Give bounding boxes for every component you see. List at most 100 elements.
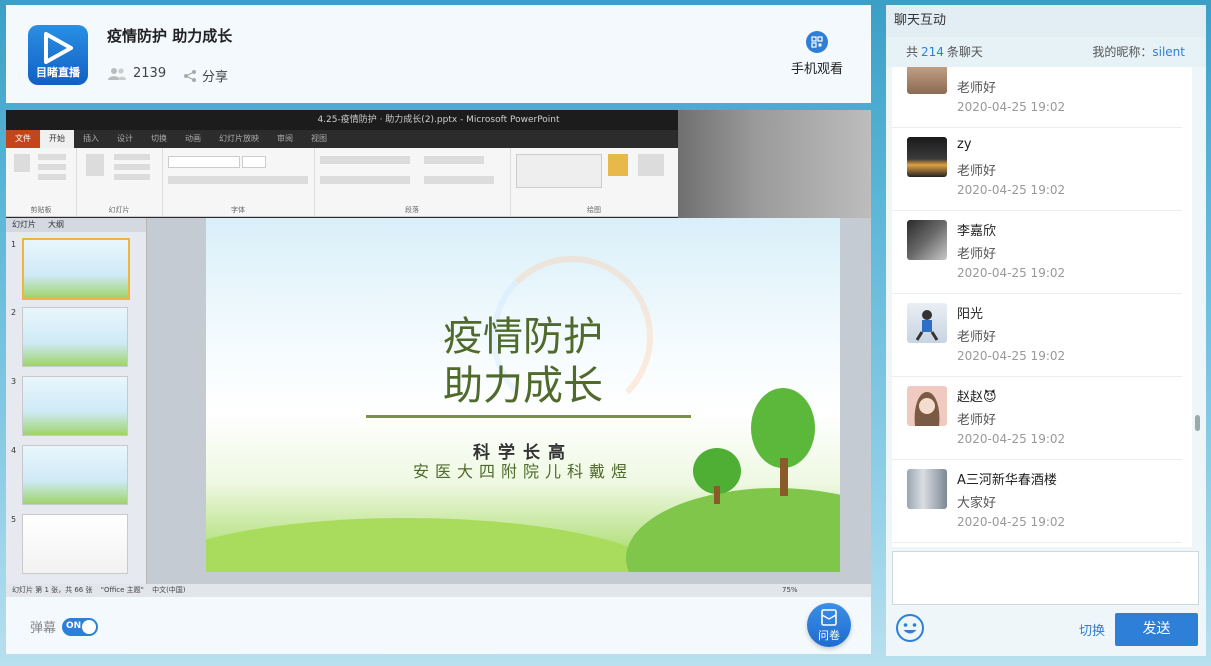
- tree-trunk: [714, 486, 720, 504]
- chat-message: 阳光 老师好 2020-04-25 19:02: [892, 293, 1182, 377]
- ppt-canvas: 疫情防护 助力成长 科学长高 安医大四附院儿科戴煜: [147, 218, 871, 584]
- ribbon-group-label: 字体: [231, 206, 245, 214]
- slide-panel-tab: 幻灯片: [12, 220, 36, 229]
- ppt-slide-panel: 幻灯片 大纲 1 2 3 4 5: [6, 218, 147, 584]
- chat-message: 李嘉欣 老师好 2020-04-25 19:02: [892, 210, 1182, 294]
- chat-count: 共 214 条聊天: [906, 45, 983, 59]
- chat-text: 老师好: [957, 330, 997, 345]
- share-button[interactable]: 分享: [183, 66, 228, 85]
- ppt-tab: 动画: [185, 134, 201, 143]
- chat-username: A三河新华春酒楼: [957, 473, 1057, 488]
- toggle-label: ON: [66, 620, 82, 631]
- ribbon-group-clipboard: 剪贴板: [6, 148, 77, 216]
- chat-text: 老师好: [957, 247, 997, 262]
- page-title: 疫情防护 助力成长: [107, 27, 233, 45]
- chat-text: 老师好: [957, 81, 997, 96]
- chat-summary: 共 214 条聊天 我的昵称：silent: [886, 37, 1206, 67]
- play-icon: [44, 32, 73, 64]
- webcam-overlay: [678, 110, 871, 218]
- chat-message: 赵赵😈 老师好 2020-04-25 19:02: [892, 376, 1182, 460]
- status-slide-info: 幻灯片 第 1 张，共 66 张: [12, 586, 93, 594]
- ribbon-group-label: 幻灯片: [108, 206, 130, 214]
- chat-text: 大家好: [957, 496, 997, 511]
- hill-decoration: [626, 488, 840, 572]
- ppt-statusbar: 幻灯片 第 1 张，共 66 张 "Office 主题" 中文(中国) 75%: [6, 584, 871, 597]
- chat-scrollbar[interactable]: [1195, 415, 1200, 431]
- toggle-knob: [82, 619, 97, 634]
- qrcode-icon: [806, 31, 828, 53]
- emoji-button[interactable]: [895, 613, 925, 643]
- slide-panel-tab: 大纲: [48, 220, 64, 229]
- survey-label: 问卷: [818, 629, 840, 642]
- danmu-label: 弹幕: [30, 621, 57, 636]
- slide-thumbnail: [22, 307, 128, 367]
- chat-username: 李嘉欣: [957, 224, 997, 239]
- avatar: [907, 386, 947, 426]
- chat-time: 2020-04-25 19:02: [957, 100, 1066, 114]
- ribbon-group-label: 绘图: [587, 206, 601, 214]
- live-header: 目睹直播 疫情防护 助力成长 2139 分享 手机观看: [6, 5, 871, 103]
- live-video-player[interactable]: 4.25-疫情防护 · 助力成长(2).pptx - Microsoft Pow…: [6, 110, 871, 597]
- tree-decoration: [751, 388, 815, 468]
- ppt-ribbon-tabs: 文件 开始 插入 设计 切换 动画 幻灯片放映 审阅 视图: [6, 130, 676, 148]
- ppt-ribbon: 剪贴板 幻灯片 字体 段落 绘图: [6, 148, 678, 217]
- chat-username: 赵赵😈: [957, 390, 997, 405]
- thumb-number: 2: [11, 308, 17, 317]
- chat-username: 阳光: [957, 307, 984, 322]
- chat-time: 2020-04-25 19:02: [957, 432, 1066, 446]
- slide-author: 安医大四附院儿科戴煜: [412, 462, 633, 481]
- slide-panel-tabs: 幻灯片 大纲: [6, 218, 146, 232]
- chat-text: 老师好: [957, 413, 997, 428]
- status-theme: "Office 主题": [100, 586, 144, 594]
- ribbon-group-label: 段落: [405, 206, 419, 214]
- ribbon-group-slides: 幻灯片: [76, 148, 163, 216]
- chat-count-value: 214: [921, 45, 944, 59]
- ppt-tab: 设计: [117, 134, 133, 143]
- danmu-toggle[interactable]: ON: [62, 617, 99, 636]
- ppt-tab: 文件: [6, 130, 40, 148]
- chat-input[interactable]: [892, 551, 1199, 605]
- chat-message: A三河新华春酒楼 大家好 2020-04-25 19:02: [892, 459, 1182, 543]
- player-bottom-bar: 弹幕 ON 问卷: [6, 597, 871, 654]
- current-slide: 疫情防护 助力成长 科学长高 安医大四附院儿科戴煜: [206, 218, 840, 572]
- ppt-tab: 切换: [151, 134, 167, 143]
- danmu-control: 弹幕 ON: [30, 617, 99, 636]
- survey-icon: [821, 609, 837, 626]
- ribbon-group-font: 字体: [162, 148, 315, 216]
- app-logo: 目睹直播: [28, 25, 88, 85]
- chat-time: 2020-04-25 19:02: [957, 349, 1066, 363]
- people-icon: [108, 67, 126, 80]
- hill-decoration: [206, 518, 666, 572]
- share-icon: [184, 69, 196, 82]
- send-button[interactable]: 发送: [1115, 613, 1198, 646]
- mobile-watch-button[interactable]: 手机观看: [787, 31, 847, 77]
- switch-button[interactable]: 切换: [1079, 620, 1105, 639]
- viewer-count: 2139: [107, 66, 166, 81]
- status-zoom: 75%: [782, 586, 798, 594]
- chat-message-list[interactable]: 老师好 2020-04-25 19:02 zy 老师好 2020-04-25 1…: [892, 67, 1192, 547]
- nickname-value: silent: [1152, 45, 1185, 59]
- avatar: [907, 67, 947, 94]
- logo-text: 目睹直播: [36, 66, 80, 79]
- avatar: [907, 469, 947, 509]
- mobile-watch-label: 手机观看: [790, 62, 843, 77]
- tree-trunk: [780, 458, 788, 496]
- slide-thumbnail: [22, 445, 128, 505]
- ribbon-group-paragraph: 段落: [314, 148, 511, 216]
- chat-time: 2020-04-25 19:02: [957, 183, 1066, 197]
- smiley-icon: [896, 614, 924, 642]
- chat-username: zy: [957, 137, 972, 152]
- avatar: [907, 303, 947, 343]
- survey-button[interactable]: 问卷: [807, 603, 851, 647]
- avatar: [907, 220, 947, 260]
- thumb-number: 5: [11, 515, 17, 524]
- chat-time: 2020-04-25 19:02: [957, 266, 1066, 280]
- my-nickname: 我的昵称：silent: [1092, 45, 1185, 59]
- share-label: 分享: [202, 70, 229, 85]
- ppt-tab: 视图: [311, 134, 327, 143]
- ppt-tab: 幻灯片放映: [219, 134, 259, 143]
- slide-divider: [366, 415, 691, 418]
- ribbon-group-drawing: 绘图: [510, 148, 678, 216]
- chat-panel: 聊天互动 共 214 条聊天 我的昵称：silent 老师好 2020-04-25 …: [886, 5, 1206, 656]
- ppt-tab: 开始: [40, 130, 74, 148]
